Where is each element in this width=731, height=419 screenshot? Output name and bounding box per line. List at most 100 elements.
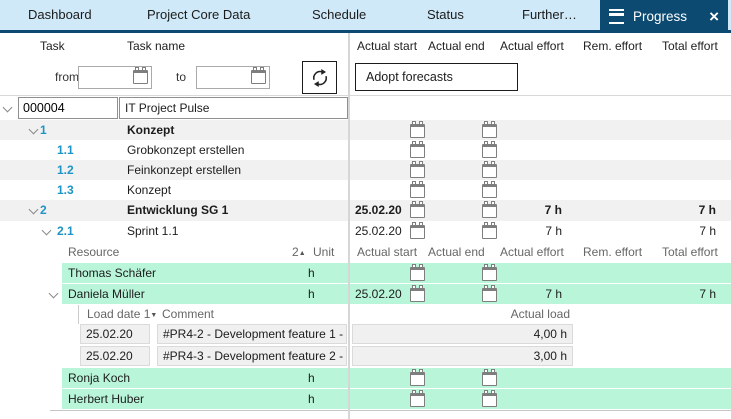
load-comment-cell[interactable]: #PR4-2 - Development feature 1 -	[157, 324, 347, 344]
res-header-sort[interactable]: 2▲	[292, 243, 306, 262]
actual-effort-value: 7 h	[500, 221, 562, 242]
load-row: 25.02.20 #PR4-3 - Development feature 2 …	[0, 346, 731, 366]
col-header-total-effort: Total effort	[662, 34, 718, 58]
calendar-icon[interactable]	[410, 164, 425, 178]
calendar-icon[interactable]	[251, 70, 266, 84]
tab-status[interactable]: Status	[427, 0, 464, 30]
tab-dashboard[interactable]: Dashboard	[28, 0, 92, 30]
resource-row-daniela[interactable]: Daniela Müller h 25.02.20 7 h 7 h	[0, 284, 731, 304]
resource-name: Herbert Huber	[68, 389, 144, 409]
load-value-cell[interactable]: 4,00 h	[352, 324, 573, 344]
from-label: from	[55, 65, 79, 89]
resource-row-highlight	[62, 263, 731, 283]
load-comment-value: #PR4-2 - Development feature 1 -	[163, 325, 346, 343]
load-value-cell[interactable]: 3,00 h	[352, 346, 573, 366]
resource-row-herbert[interactable]: Herbert Huber h	[0, 389, 731, 409]
table-row-task-1-1[interactable]: 1.1 Grobkonzept erstellen	[0, 140, 731, 160]
calendar-icon[interactable]	[133, 70, 148, 84]
tab-progress-active[interactable]: Progress ×	[600, 0, 728, 33]
sort-asc-icon: ▲	[299, 250, 306, 257]
res-header-actual-start: Actual start	[357, 243, 417, 262]
calendar-icon[interactable]	[482, 225, 497, 239]
task-name: Konzept	[127, 120, 174, 140]
chevron-down-icon[interactable]	[29, 125, 39, 135]
tab-project-core-data[interactable]: Project Core Data	[147, 0, 250, 30]
res-header-unit[interactable]: Unit	[313, 243, 334, 262]
calendar-icon[interactable]	[482, 124, 497, 138]
calendar-icon[interactable]	[482, 184, 497, 198]
refresh-icon	[309, 67, 331, 89]
resource-name: Daniela Müller	[68, 284, 145, 304]
refresh-button[interactable]	[302, 61, 337, 94]
resource-name: Thomas Schäfer	[68, 263, 156, 283]
calendar-icon[interactable]	[410, 288, 425, 302]
actual-start-value: 25.02.20	[355, 200, 407, 221]
to-label: to	[176, 65, 186, 89]
calendar-icon[interactable]	[410, 204, 425, 218]
load-date-label: Load date	[87, 307, 140, 321]
resource-unit: h	[308, 389, 315, 409]
calendar-icon[interactable]	[482, 372, 497, 386]
load-header-comment[interactable]: Comment	[162, 305, 214, 324]
load-date-cell[interactable]: 25.02.20	[80, 324, 150, 344]
table-row-task-1-2[interactable]: 1.2 Feinkonzept erstellen	[0, 160, 731, 180]
project-row[interactable]: IT Project Pulse	[0, 96, 731, 120]
task-number: 1.3	[57, 180, 74, 200]
calendar-icon[interactable]	[410, 393, 425, 407]
resource-row-thomas[interactable]: Thomas Schäfer h	[0, 263, 731, 283]
calendar-icon[interactable]	[410, 267, 425, 281]
resource-row-ronja[interactable]: Ronja Koch h	[0, 368, 731, 388]
load-header-date[interactable]: Load date 1▼	[87, 305, 157, 324]
actual-start-value: 25.02.20	[355, 221, 407, 242]
task-number: 2.1	[57, 221, 74, 242]
calendar-icon[interactable]	[482, 164, 497, 178]
resource-row-highlight	[62, 368, 731, 388]
load-value: 4,00 h	[353, 325, 567, 343]
load-value: 3,00 h	[353, 347, 567, 365]
actual-effort-value: 7 h	[500, 200, 562, 221]
res-header-total-effort: Total effort	[662, 243, 718, 262]
calendar-icon[interactable]	[482, 144, 497, 158]
tab-schedule[interactable]: Schedule	[312, 0, 366, 30]
table-row-task-1[interactable]: 1 Konzept	[0, 120, 731, 140]
load-date-value: 25.02.20	[86, 325, 149, 343]
calendar-icon[interactable]	[410, 225, 425, 239]
pane-divider[interactable]	[348, 33, 350, 419]
table-row-task-2[interactable]: 2 Entwicklung SG 1 25.02.20 7 h 7 h	[0, 200, 731, 221]
tab-progress-label: Progress	[633, 9, 700, 24]
close-icon[interactable]: ×	[709, 8, 719, 25]
chevron-down-icon[interactable]	[49, 289, 59, 299]
tab-further[interactable]: Further…	[522, 0, 577, 30]
project-name-cell[interactable]: IT Project Pulse	[119, 97, 348, 119]
task-name: Sprint 1.1	[127, 221, 178, 242]
resource-unit: h	[308, 368, 315, 388]
calendar-icon[interactable]	[410, 124, 425, 138]
menu-icon[interactable]	[609, 9, 624, 24]
chevron-down-icon[interactable]	[42, 226, 52, 236]
total-effort-value: 7 h	[650, 221, 716, 242]
calendar-icon[interactable]	[482, 393, 497, 407]
load-date-cell[interactable]: 25.02.20	[80, 346, 150, 366]
chevron-down-icon[interactable]	[3, 103, 13, 113]
calendar-icon[interactable]	[410, 372, 425, 386]
chevron-down-icon[interactable]	[29, 205, 39, 215]
resource-name: Ronja Koch	[68, 368, 130, 388]
load-header-actual-load[interactable]: Actual load	[448, 305, 570, 324]
calendar-icon[interactable]	[410, 144, 425, 158]
load-comment-cell[interactable]: #PR4-3 - Development feature 2 -	[157, 346, 347, 366]
res-header-resource[interactable]: Resource	[68, 243, 119, 262]
table-row-task-1-3[interactable]: 1.3 Konzept	[0, 180, 731, 200]
col-header-task-name: Task name	[127, 34, 185, 58]
total-effort-value: 7 h	[650, 284, 716, 304]
calendar-icon[interactable]	[482, 288, 497, 302]
calendar-icon[interactable]	[410, 184, 425, 198]
load-comment-value: #PR4-3 - Development feature 2 -	[163, 347, 346, 365]
project-id-input[interactable]	[18, 97, 118, 119]
table-row-task-2-1[interactable]: 2.1 Sprint 1.1 25.02.20 7 h 7 h	[0, 221, 731, 242]
calendar-icon[interactable]	[482, 204, 497, 218]
sort-desc-icon: ▼	[150, 312, 157, 319]
task-name: Konzept	[127, 180, 171, 200]
task-name: Grobkonzept erstellen	[127, 140, 244, 160]
adopt-forecasts-button[interactable]: Adopt forecasts	[355, 63, 518, 91]
calendar-icon[interactable]	[482, 267, 497, 281]
